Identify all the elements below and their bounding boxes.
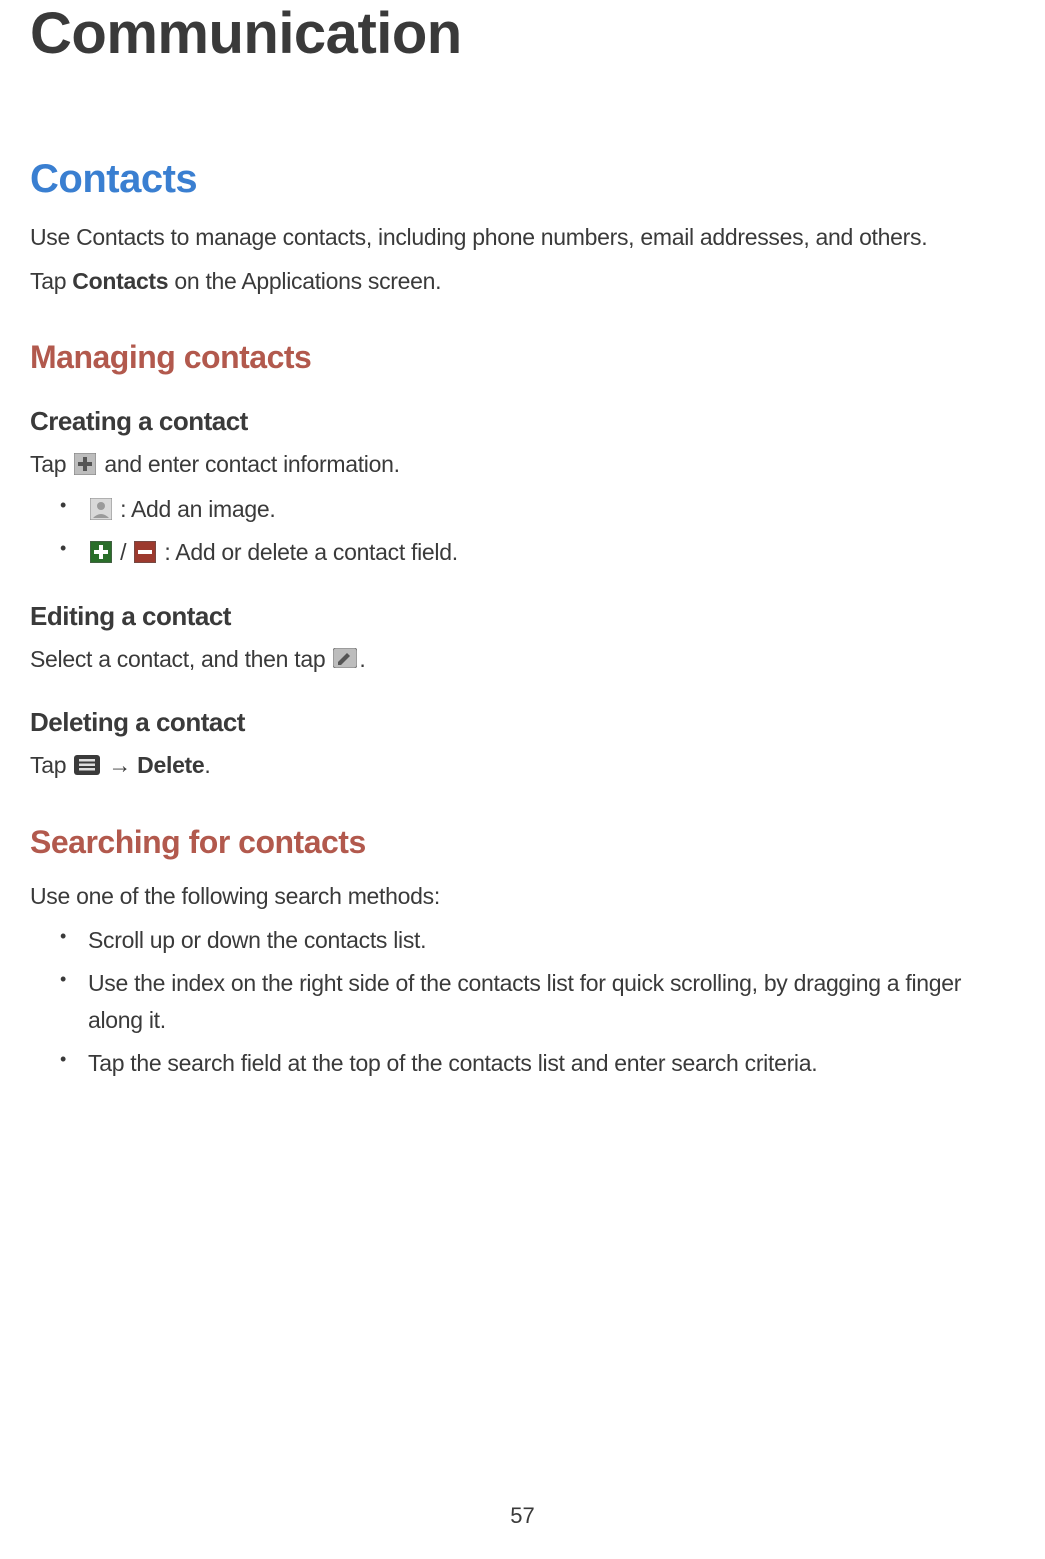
deleting-line: Tap → Delete. xyxy=(30,748,1015,784)
text-fragment: on the Applications screen. xyxy=(168,268,441,294)
contacts-tap-line: Tap Contacts on the Applications screen. xyxy=(30,264,1015,300)
contacts-heading: Contacts xyxy=(30,157,1015,202)
deleting-heading: Deleting a contact xyxy=(30,707,1015,738)
searching-bullets: Scroll up or down the contacts list. Use… xyxy=(30,922,1015,1081)
list-item: Scroll up or down the contacts list. xyxy=(60,922,1015,959)
text-fragment: → xyxy=(102,752,137,778)
plus-icon xyxy=(74,453,96,475)
text-fragment: Tap xyxy=(30,752,72,778)
text-fragment: . xyxy=(359,646,365,672)
page-number: 57 xyxy=(0,1503,1045,1529)
creating-heading: Creating a contact xyxy=(30,406,1015,437)
contacts-intro: Use Contacts to manage contacts, includi… xyxy=(30,220,1015,256)
managing-heading: Managing contacts xyxy=(30,339,1015,376)
text-fragment: Select a contact, and then tap xyxy=(30,646,331,672)
searching-heading: Searching for contacts xyxy=(30,824,1015,861)
remove-field-icon xyxy=(134,541,156,563)
text-fragment: Tap xyxy=(30,451,72,477)
text-fragment: / xyxy=(114,539,132,565)
delete-label: Delete xyxy=(137,752,204,778)
page-title: Communication xyxy=(30,0,1015,67)
list-item: Tap the search field at the top of the c… xyxy=(60,1045,1015,1082)
contacts-app-name: Contacts xyxy=(72,268,168,294)
text-fragment: : Add an image. xyxy=(114,496,275,522)
text-fragment: Tap xyxy=(30,268,72,294)
list-item: / : Add or delete a contact field. xyxy=(60,534,1015,571)
editing-line: Select a contact, and then tap . xyxy=(30,642,1015,678)
text-fragment: and enter contact information. xyxy=(98,451,399,477)
text-fragment: . xyxy=(204,752,210,778)
searching-intro: Use one of the following search methods: xyxy=(30,879,1015,915)
contact-photo-icon xyxy=(90,498,112,520)
creating-bullets: : Add an image. / : Add or delete a cont… xyxy=(30,491,1015,571)
menu-icon xyxy=(74,755,100,775)
list-item: Use the index on the right side of the c… xyxy=(60,965,1015,1039)
text-fragment: : Add or delete a contact field. xyxy=(158,539,458,565)
creating-line: Tap and enter contact information. xyxy=(30,447,1015,483)
add-field-icon xyxy=(90,541,112,563)
list-item: : Add an image. xyxy=(60,491,1015,528)
editing-heading: Editing a contact xyxy=(30,601,1015,632)
edit-pencil-icon xyxy=(333,648,357,668)
